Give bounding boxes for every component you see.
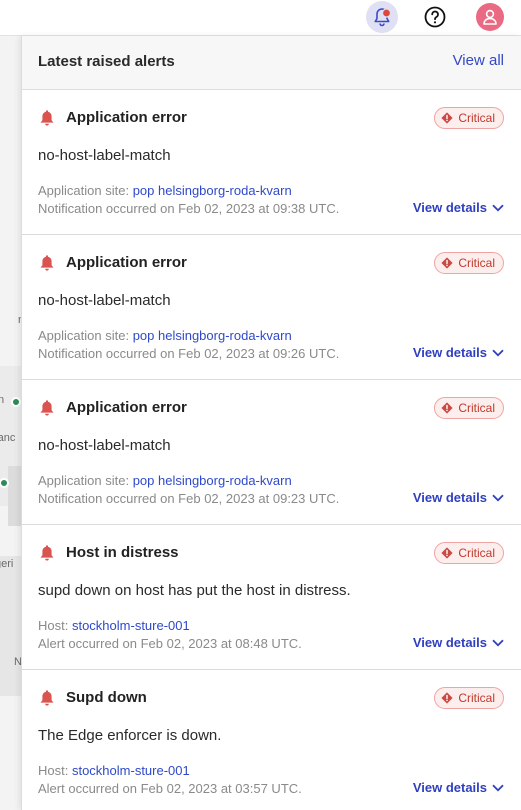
alert-timestamp: Notification occurred on Feb 02, 2023 at…: [38, 491, 340, 506]
view-details-label: View details: [412, 345, 487, 360]
alert-source-line: Host: stockholm-sture-001: [38, 762, 302, 780]
background-map: n n ranc geri N: [0, 36, 22, 810]
chevron-down-icon: [492, 494, 504, 501]
alert-meta: Application site: pop helsingborg-roda-k…: [38, 182, 339, 218]
panel-title: Latest raised alerts: [38, 53, 175, 70]
view-details-button[interactable]: View details: [413, 490, 504, 505]
map-label: geri: [0, 558, 14, 570]
alert-title: Supd down: [66, 689, 147, 706]
chevron-down-icon: [492, 349, 504, 356]
alert-source-line: Application site: pop helsingborg-roda-k…: [38, 327, 339, 345]
alert-source-link[interactable]: stockholm-sture-001: [72, 618, 190, 633]
view-details-button[interactable]: View details: [413, 635, 504, 650]
alerts-panel: Latest raised alerts View all Applicatio…: [21, 36, 521, 810]
alert-title: Application error: [66, 254, 187, 271]
alert-source-label: Application site:: [38, 183, 130, 198]
view-details-label: View details: [412, 200, 487, 215]
view-all-link[interactable]: View all: [453, 52, 504, 69]
alert-list: Application error Critical no-host-label…: [22, 90, 521, 810]
severity-label: Critical: [458, 546, 495, 560]
bell-icon: [40, 110, 54, 126]
alert-title: Host in distress: [66, 544, 179, 561]
critical-icon: [441, 692, 453, 704]
alert-item: Supd down Critical The Edge enforcer is …: [22, 670, 521, 810]
alert-meta: Application site: pop helsingborg-roda-k…: [38, 472, 339, 508]
view-details-label: View details: [412, 490, 487, 505]
bell-icon: [40, 545, 54, 561]
severity-badge: Critical: [434, 687, 504, 709]
map-region: [0, 556, 22, 696]
top-bar: [0, 0, 521, 36]
alert-description: no-host-label-match: [38, 147, 171, 164]
alert-source-label: Host:: [38, 618, 69, 633]
bell-icon: [40, 690, 54, 706]
alert-source-line: Application site: pop helsingborg-roda-k…: [38, 472, 339, 490]
map-label: n: [0, 394, 5, 406]
alert-source-label: Application site:: [38, 473, 130, 488]
user-icon: [483, 9, 497, 25]
map-label: ranc: [0, 432, 16, 444]
map-region: [8, 466, 22, 526]
alert-description: no-host-label-match: [38, 292, 171, 309]
severity-badge: Critical: [434, 397, 504, 419]
help-button[interactable]: [419, 1, 451, 33]
severity-label: Critical: [458, 691, 495, 705]
alert-title: Application error: [66, 109, 187, 126]
critical-icon: [441, 402, 453, 414]
critical-icon: [441, 112, 453, 124]
view-details-button[interactable]: View details: [413, 200, 504, 215]
alert-timestamp: Alert occurred on Feb 02, 2023 at 08:48 …: [38, 636, 302, 651]
severity-label: Critical: [458, 111, 495, 125]
alert-description: The Edge enforcer is down.: [38, 727, 222, 744]
alert-meta: Host: stockholm-sture-001 Alert occurred…: [38, 762, 302, 798]
alert-source-link[interactable]: pop helsingborg-roda-kvarn: [133, 183, 292, 198]
alert-meta: Application site: pop helsingborg-roda-k…: [38, 327, 339, 363]
critical-icon: [441, 257, 453, 269]
bell-icon: [40, 255, 54, 271]
alert-source-line: Host: stockholm-sture-001: [38, 617, 302, 635]
alert-item: Application error Critical no-host-label…: [22, 90, 521, 235]
severity-label: Critical: [458, 401, 495, 415]
chevron-down-icon: [492, 639, 504, 646]
map-marker[interactable]: [11, 397, 21, 407]
view-details-button[interactable]: View details: [413, 780, 504, 795]
alert-timestamp: Notification occurred on Feb 02, 2023 at…: [38, 346, 340, 361]
alert-source-link[interactable]: pop helsingborg-roda-kvarn: [133, 328, 292, 343]
alert-source-line: Application site: pop helsingborg-roda-k…: [38, 182, 339, 200]
alert-description: no-host-label-match: [38, 437, 171, 454]
alert-item: Host in distress Critical supd down on h…: [22, 525, 521, 670]
view-details-label: View details: [412, 780, 487, 795]
severity-label: Critical: [458, 256, 495, 270]
alert-description: supd down on host has put the host in di…: [38, 582, 351, 599]
chevron-down-icon: [492, 784, 504, 791]
view-details-label: View details: [412, 635, 487, 650]
severity-badge: Critical: [434, 107, 504, 129]
avatar: [476, 3, 504, 31]
alert-timestamp: Alert occurred on Feb 02, 2023 at 03:57 …: [38, 781, 302, 796]
critical-icon: [441, 547, 453, 559]
alert-source-label: Application site:: [38, 328, 130, 343]
alert-item: Application error Critical no-host-label…: [22, 380, 521, 525]
view-details-button[interactable]: View details: [413, 345, 504, 360]
alert-item: Application error Critical no-host-label…: [22, 235, 521, 380]
alert-source-label: Host:: [38, 763, 69, 778]
alert-meta: Host: stockholm-sture-001 Alert occurred…: [38, 617, 302, 653]
alert-source-link[interactable]: stockholm-sture-001: [72, 763, 190, 778]
user-menu-button[interactable]: [474, 1, 506, 33]
severity-badge: Critical: [434, 252, 504, 274]
severity-badge: Critical: [434, 542, 504, 564]
alert-source-link[interactable]: pop helsingborg-roda-kvarn: [133, 473, 292, 488]
alert-title: Application error: [66, 399, 187, 416]
panel-header: Latest raised alerts View all: [22, 36, 521, 90]
chevron-down-icon: [492, 204, 504, 211]
alert-timestamp: Notification occurred on Feb 02, 2023 at…: [38, 201, 340, 216]
bell-icon: [40, 400, 54, 416]
help-icon: [424, 6, 446, 28]
bell-icon: [374, 8, 392, 27]
notifications-button[interactable]: [366, 1, 398, 33]
